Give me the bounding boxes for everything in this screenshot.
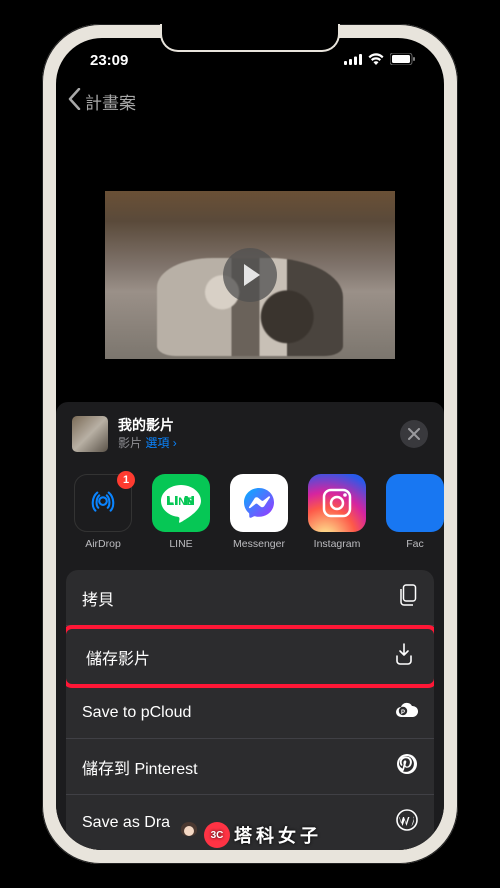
facebook-icon <box>386 474 444 532</box>
content-area <box>56 127 444 367</box>
action-copy[interactable]: 拷貝 <box>66 570 434 626</box>
action-label: 拷貝 <box>82 586 114 610</box>
app-line[interactable]: LINE LINE <box>150 474 212 550</box>
app-airdrop[interactable]: 1 AirDrop <box>72 474 134 550</box>
back-chevron-icon[interactable] <box>68 88 81 115</box>
action-label: 儲存影片 <box>86 645 150 669</box>
close-icon <box>408 428 420 440</box>
app-label: Instagram <box>306 538 368 550</box>
share-header: 我的影片 影片 選項 › <box>56 416 444 466</box>
airdrop-icon: 1 <box>74 474 132 532</box>
app-instagram[interactable]: Instagram <box>306 474 368 550</box>
action-save-pcloud[interactable]: Save to pCloud P <box>66 687 434 739</box>
action-save-video[interactable]: 儲存影片 <box>66 625 434 688</box>
signal-icon <box>344 52 362 69</box>
screen: 23:09 計畫案 <box>56 38 444 850</box>
action-save-pinterest[interactable]: 儲存到 Pinterest <box>66 739 434 795</box>
share-app-row[interactable]: 1 AirDrop LINE LINE Messenger <box>56 466 444 570</box>
wifi-icon <box>368 52 384 69</box>
app-label: LINE <box>150 538 212 550</box>
action-label: Save as Dra <box>82 814 170 832</box>
share-thumbnail <box>72 416 108 452</box>
copy-icon <box>398 584 418 611</box>
download-icon <box>394 643 414 670</box>
wordpress-icon <box>396 809 418 836</box>
phone-frame: 23:09 計畫案 <box>42 24 458 864</box>
action-list: 拷貝 儲存影片 Save to pCloud P <box>66 570 434 850</box>
svg-text:P: P <box>401 710 405 716</box>
action-label: Save to pCloud <box>82 704 191 722</box>
nav-bar: 計畫案 <box>56 82 444 127</box>
pinterest-icon <box>396 753 418 780</box>
watermark: 3C 塔科女子 <box>178 822 322 848</box>
close-button[interactable] <box>400 420 428 448</box>
share-sheet: 我的影片 影片 選項 › 1 AirDrop <box>56 402 444 850</box>
video-preview[interactable] <box>105 191 395 359</box>
app-facebook[interactable]: Fac <box>384 474 444 550</box>
play-icon[interactable] <box>223 248 277 302</box>
back-label[interactable]: 計畫案 <box>85 89 136 114</box>
action-label: 儲存到 Pinterest <box>82 755 198 779</box>
notch <box>160 24 340 52</box>
app-label: Messenger <box>228 538 290 550</box>
watermark-avatar-icon <box>178 822 200 848</box>
share-type-label: 影片 <box>118 436 142 450</box>
pcloud-icon: P <box>394 701 418 724</box>
status-indicators <box>344 52 416 69</box>
share-subtitle[interactable]: 影片 選項 › <box>118 434 177 451</box>
instagram-icon <box>308 474 366 532</box>
app-messenger[interactable]: Messenger <box>228 474 290 550</box>
share-title-block: 我的影片 影片 選項 › <box>118 417 177 451</box>
svg-text:LINE: LINE <box>167 496 194 508</box>
watermark-badge: 3C <box>204 822 230 848</box>
watermark-text: 塔科女子 <box>234 822 322 848</box>
battery-icon <box>390 52 416 69</box>
airdrop-badge: 1 <box>117 471 135 489</box>
status-time: 23:09 <box>90 52 128 69</box>
app-label: Fac <box>384 538 444 550</box>
share-options-link[interactable]: 選項 › <box>145 436 176 450</box>
messenger-icon <box>230 474 288 532</box>
line-icon: LINE <box>152 474 210 532</box>
share-title: 我的影片 <box>118 417 177 434</box>
app-label: AirDrop <box>72 538 134 550</box>
